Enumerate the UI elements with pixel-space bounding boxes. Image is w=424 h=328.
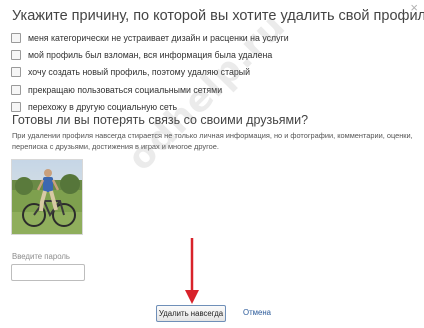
reason-list: меня категорически не устраивает дизайн … xyxy=(11,29,289,116)
reason-label: перехожу в другую социальную сеть xyxy=(28,102,178,113)
cancel-link[interactable]: Отмена xyxy=(243,305,271,322)
reason-option-quit-social[interactable]: прекращаю пользоваться социальными сетям… xyxy=(11,81,289,98)
checkbox-icon[interactable] xyxy=(11,50,21,61)
arrow-down-icon xyxy=(185,238,199,304)
reason-option-new-profile[interactable]: хочу создать новый профиль, поэтому удал… xyxy=(11,64,289,81)
friends-warning-title: Готовы ли вы потерять связь со своими др… xyxy=(12,113,309,127)
reason-label: хочу создать новый профиль, поэтому удал… xyxy=(28,67,251,78)
password-input[interactable] xyxy=(11,264,85,281)
checkbox-icon[interactable] xyxy=(11,102,21,113)
profile-photo xyxy=(11,159,83,235)
checkbox-icon[interactable] xyxy=(11,32,21,43)
dialog-title: Укажите причину, по которой вы хотите уд… xyxy=(12,8,424,24)
delete-forever-button[interactable]: Удалить навсегда xyxy=(156,305,226,322)
checkbox-icon[interactable] xyxy=(11,67,21,78)
deletion-description: При удалении профиля навсегда стирается … xyxy=(12,131,413,151)
reason-option-hacked[interactable]: мой профиль был взломан, вся информация … xyxy=(11,46,289,63)
reason-label: прекращаю пользоваться социальными сетям… xyxy=(28,84,223,95)
password-label: Введите пароль xyxy=(12,252,70,261)
reason-label: мой профиль был взломан, вся информация … xyxy=(28,50,273,61)
reason-option-design[interactable]: меня категорически не устраивает дизайн … xyxy=(11,29,289,46)
reason-label: меня категорически не устраивает дизайн … xyxy=(28,32,289,43)
checkbox-icon[interactable] xyxy=(11,84,21,95)
